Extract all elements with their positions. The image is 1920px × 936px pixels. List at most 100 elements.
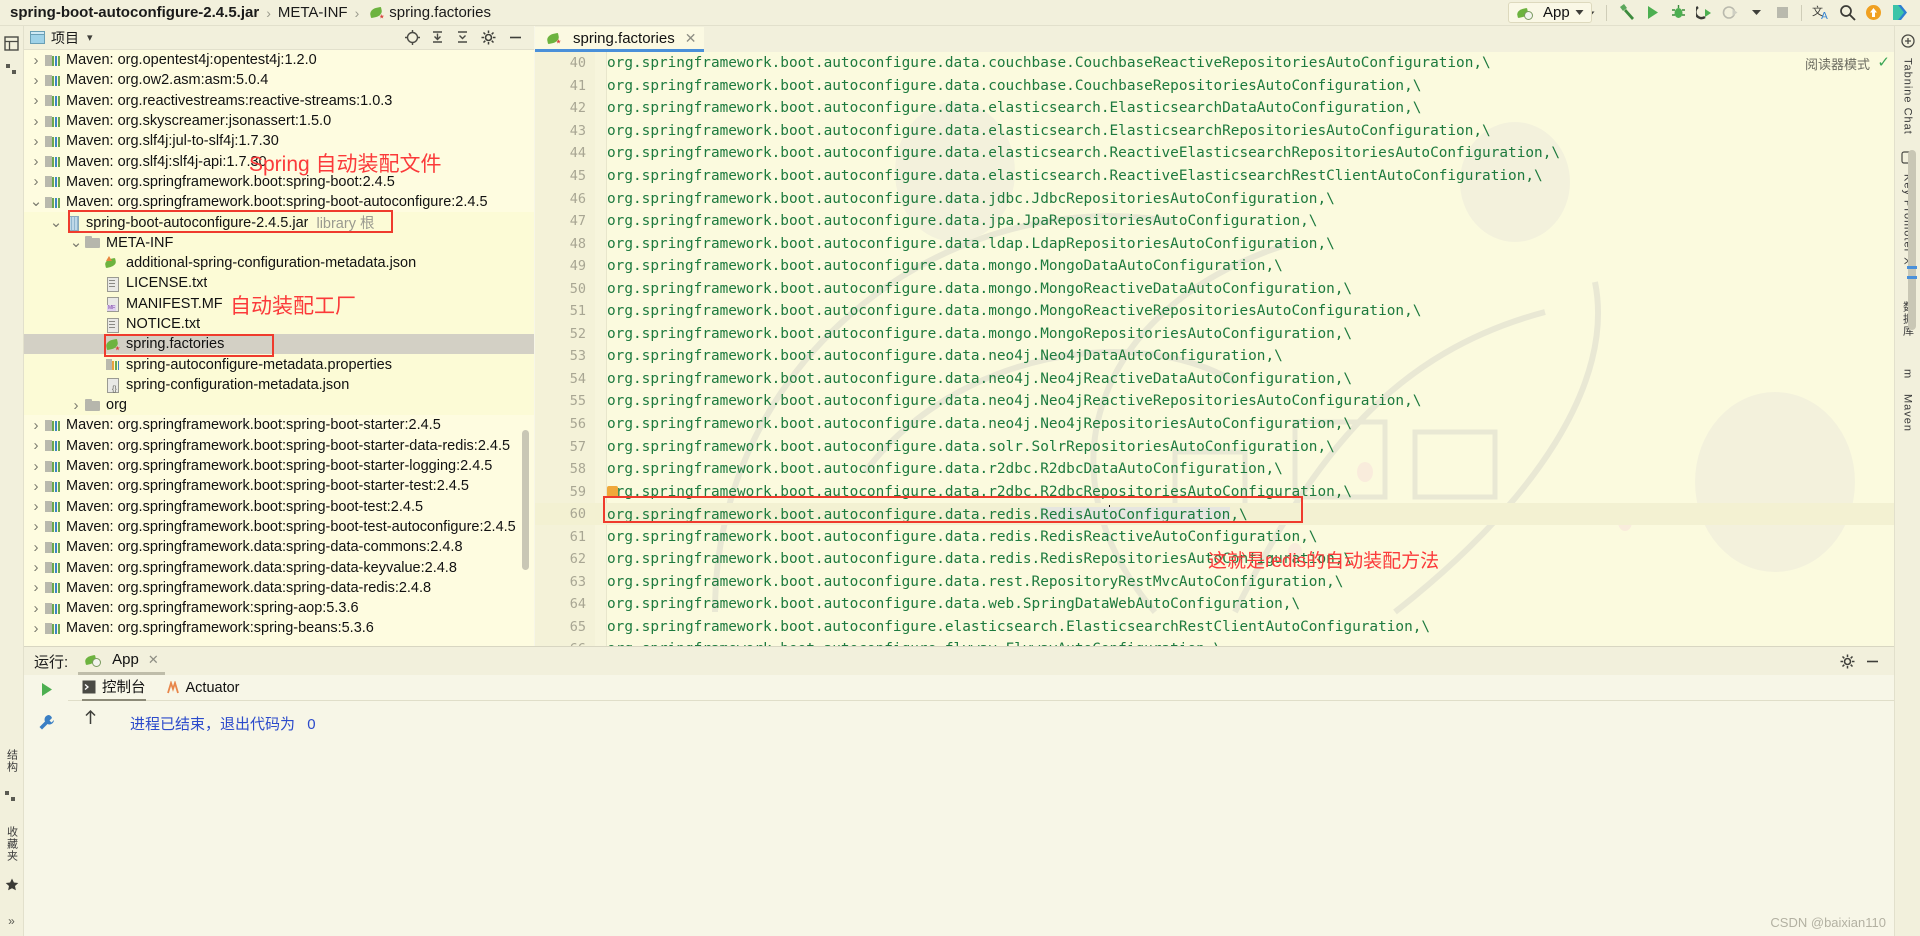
tree-row[interactable]: › Maven: org.reactivestreams:reactive-str…: [24, 91, 534, 111]
code-line[interactable]: 42 org.springframework.boot.autoconfigure…: [535, 97, 1894, 120]
chevron-right-icon[interactable]: ›: [28, 498, 44, 515]
chevron-right-icon[interactable]: ›: [28, 539, 44, 556]
chevron-right-icon[interactable]: ›: [68, 397, 84, 414]
tree-row[interactable]: › Maven: org.springframework:spring-beans…: [24, 618, 534, 638]
tree-row[interactable]: › Maven: org.slf4j:jul-to-slf4j:1.7.30: [24, 131, 534, 151]
tree-row[interactable]: ›spring.factories: [24, 334, 534, 355]
chevron-right-icon[interactable]: ›: [28, 92, 44, 109]
line-number[interactable]: 60: [535, 506, 593, 522]
line-number[interactable]: 49: [535, 258, 593, 274]
settings-gear-icon[interactable]: [476, 30, 501, 45]
bookmark-icon[interactable]: [5, 63, 18, 76]
line-number[interactable]: 47: [535, 213, 593, 229]
locate-icon[interactable]: [401, 30, 424, 45]
code-line[interactable]: 65 org.springframework.boot.autoconfigure…: [535, 616, 1894, 639]
chevron-down-icon[interactable]: ▾: [87, 31, 93, 44]
tree-row[interactable]: › Maven: org.springframework.boot:spring-…: [24, 476, 534, 496]
tree-row[interactable]: › Maven: org.springframework.boot:spring-…: [24, 517, 534, 537]
collapse-all-icon[interactable]: [426, 30, 449, 45]
tree-row[interactable]: › org: [24, 395, 534, 416]
up-arrow-icon[interactable]: [83, 709, 98, 726]
line-number[interactable]: 59: [535, 484, 593, 500]
close-icon[interactable]: ✕: [148, 652, 159, 668]
line-number[interactable]: 53: [535, 348, 593, 364]
code-line[interactable]: 55 org.springframework.boot.autoconfigure…: [535, 390, 1894, 413]
tree-row[interactable]: › Maven: org.ow2.asm:asm:5.0.4: [24, 70, 534, 90]
build-hammer-icon[interactable]: [1613, 2, 1639, 24]
chevron-down-icon[interactable]: ⌄: [68, 235, 84, 250]
settings-gear-icon[interactable]: [1840, 654, 1855, 669]
code-lines[interactable]: 40 org.springframework.boot.autoconfigure…: [535, 52, 1894, 646]
project-icon[interactable]: [4, 36, 19, 51]
chevron-right-icon[interactable]: ›: [28, 458, 44, 475]
chevron-right-icon[interactable]: ›: [28, 437, 44, 454]
chevron-right-icon[interactable]: ›: [28, 417, 44, 434]
editor-scrollbar[interactable]: [1908, 150, 1916, 330]
line-number[interactable]: 40: [535, 55, 593, 71]
tree-row[interactable]: › Maven: org.springframework.boot:spring-…: [24, 172, 534, 192]
chevron-right-icon[interactable]: ›: [28, 620, 44, 637]
left-rail-item-favorites[interactable]: 收藏夹: [4, 826, 20, 862]
code-line[interactable]: 49 org.springframework.boot.autoconfigure…: [535, 255, 1894, 278]
code-line[interactable]: 43 org.springframework.boot.autoconfigure…: [535, 120, 1894, 143]
plugin-icon[interactable]: [1886, 2, 1912, 24]
chevron-right-icon[interactable]: ›: [28, 133, 44, 150]
expand-chevrons-icon[interactable]: »: [8, 914, 15, 928]
line-number[interactable]: 48: [535, 236, 593, 252]
chevron-right-icon[interactable]: ›: [28, 173, 44, 190]
chevron-right-icon[interactable]: ›: [28, 559, 44, 576]
chevron-right-icon[interactable]: ›: [28, 579, 44, 596]
tree-row[interactable]: › Maven: org.springframework.data:spring-…: [24, 557, 534, 577]
code-editor[interactable]: 40 org.springframework.boot.autoconfigure…: [535, 52, 1894, 646]
code-line[interactable]: 58 org.springframework.boot.autoconfigure…: [535, 458, 1894, 481]
line-number[interactable]: 50: [535, 281, 593, 297]
code-line[interactable]: 41 org.springframework.boot.autoconfigure…: [535, 75, 1894, 98]
code-line[interactable]: 53 org.springframework.boot.autoconfigure…: [535, 345, 1894, 368]
update-icon[interactable]: [1860, 2, 1886, 24]
reader-mode-label[interactable]: 阅读器模式: [1805, 54, 1870, 73]
tree-row[interactable]: › Maven: org.slf4j:slf4j-api:1.7.30: [24, 151, 534, 171]
tab-console[interactable]: 控制台: [82, 675, 146, 701]
line-number[interactable]: 51: [535, 303, 593, 319]
line-number[interactable]: 61: [535, 529, 593, 545]
debug-icon[interactable]: [1665, 2, 1691, 24]
code-line[interactable]: 51 org.springframework.boot.autoconfigure…: [535, 300, 1894, 323]
line-number[interactable]: 44: [535, 145, 593, 161]
code-line[interactable]: 47 org.springframework.boot.autoconfigure…: [535, 210, 1894, 233]
line-number[interactable]: 58: [535, 461, 593, 477]
tree-row[interactable]: › Maven: org.springframework.boot:spring-…: [24, 456, 534, 476]
tree-row[interactable]: › Maven: org.springframework.boot:spring-…: [24, 436, 534, 456]
chevron-down-icon[interactable]: ⌄: [28, 194, 44, 209]
code-line[interactable]: 48 org.springframework.boot.autoconfigure…: [535, 232, 1894, 255]
rerun-icon[interactable]: [38, 681, 55, 698]
run-coverage-icon[interactable]: [1691, 2, 1717, 24]
code-line[interactable]: 45 org.springframework.boot.autoconfigure…: [535, 165, 1894, 188]
stop-icon[interactable]: [1769, 2, 1795, 24]
tree-row[interactable]: › Maven: org.springframework.boot:spring-…: [24, 415, 534, 435]
breadcrumb-item-metainf[interactable]: META-INF: [278, 4, 348, 21]
tree-row[interactable]: ›MANIFEST.MF: [24, 293, 534, 314]
translate-icon[interactable]: 文A: [1808, 2, 1834, 24]
run-tab-app[interactable]: App ✕: [78, 648, 165, 675]
tabnine-icon[interactable]: [1900, 34, 1915, 48]
inspection-status-icon[interactable]: ✓: [1877, 53, 1890, 71]
code-line[interactable]: 61 org.springframework.boot.autoconfigure…: [535, 525, 1894, 548]
code-line[interactable]: 40 org.springframework.boot.autoconfigure…: [535, 52, 1894, 75]
code-line[interactable]: 62 org.springframework.boot.autoconfigure…: [535, 548, 1894, 571]
tree-row[interactable]: ⌄ META-INF: [24, 232, 534, 253]
tree-row[interactable]: › Maven: org.opentest4j:opentest4j:1.2.0: [24, 50, 534, 70]
line-number[interactable]: 42: [535, 100, 593, 116]
tree-row[interactable]: ›spring-autoconfigure-metadata.propertie…: [24, 354, 534, 375]
tab-actuator[interactable]: Actuator: [166, 680, 240, 696]
chevron-right-icon[interactable]: ›: [28, 72, 44, 89]
profiler-icon[interactable]: [1717, 2, 1743, 24]
minimize-icon[interactable]: [503, 30, 528, 45]
line-number[interactable]: 65: [535, 619, 593, 635]
tree-row[interactable]: ›spring-configuration-metadata.json: [24, 374, 534, 396]
line-number[interactable]: 57: [535, 439, 593, 455]
editor-tab-spring-factories[interactable]: spring.factories ✕: [535, 27, 705, 52]
code-line[interactable]: 60 org.springframework.boot.autoconfigure…: [535, 502, 1894, 526]
chevron-right-icon[interactable]: ›: [28, 600, 44, 617]
chevron-right-icon[interactable]: ›: [28, 52, 44, 69]
tree-row[interactable]: › Maven: org.springframework:spring-aop:5…: [24, 598, 534, 618]
